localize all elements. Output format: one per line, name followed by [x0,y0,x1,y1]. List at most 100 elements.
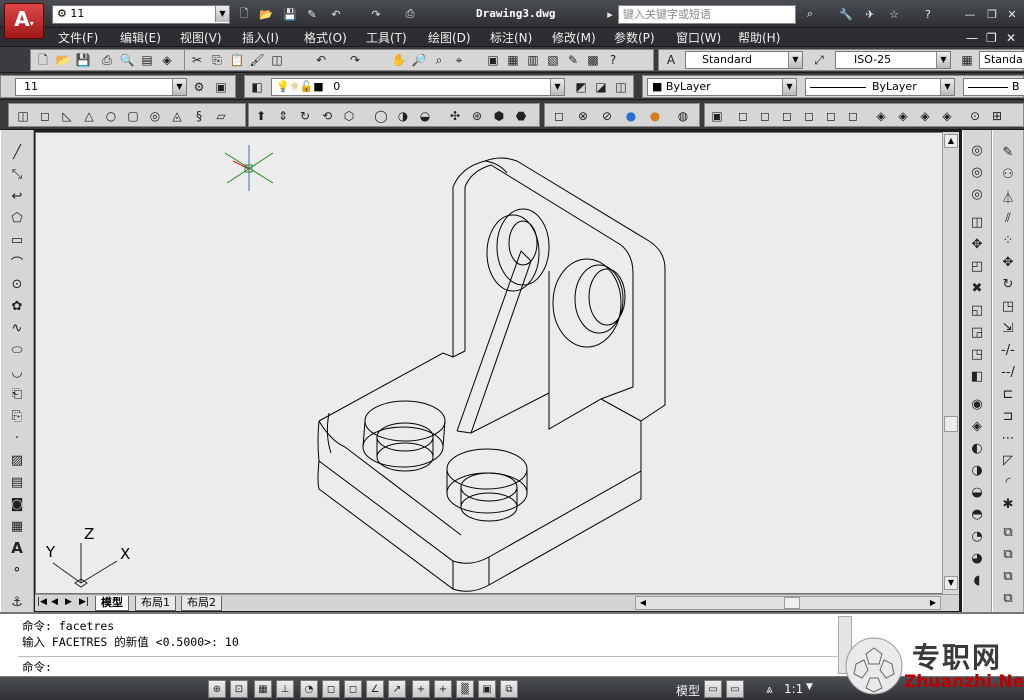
hidden-icon[interactable]: ⊘ [599,108,615,124]
menu-tools[interactable]: 工具(T) [366,30,407,46]
section-icon[interactable]: ◔ [967,526,987,546]
explode-icon[interactable]: ✱ [998,494,1018,514]
communication-icon[interactable]: ✈ [860,4,880,24]
menu-insert[interactable]: 插入(I) [242,30,279,46]
favorites-icon[interactable]: ☆ [884,4,904,24]
save-icon[interactable]: 💾 [75,52,91,68]
close-icon[interactable]: ✕ [1002,4,1022,24]
color-faces-icon[interactable]: ◧ [967,366,987,386]
menu-dimension[interactable]: 标注(N) [490,30,532,46]
tab-layout2[interactable]: 布局2 [181,596,222,611]
intersect-icon[interactable]: ◎ [967,184,987,204]
lineweight-dropdown[interactable]: B [963,78,1024,96]
chamfer-icon[interactable]: ◸ [998,450,1018,470]
quickcalc-icon[interactable]: ▩ [585,52,601,68]
sphere-icon[interactable]: ○ [103,108,119,124]
wedge-icon[interactable]: ◺ [59,108,75,124]
scroll-down-icon[interactable]: ▼ [944,576,958,590]
check-icon[interactable]: ◒ [967,482,987,502]
markup-icon[interactable]: ✎ [565,52,581,68]
selection-cycling-icon[interactable]: ⧉ [500,680,518,698]
menu-draw[interactable]: 绘图(D) [428,30,471,46]
design-center-icon[interactable]: ▦ [505,52,521,68]
move-icon[interactable]: ✥ [998,252,1018,272]
realistic-icon[interactable]: ● [623,108,639,124]
scroll-left-icon[interactable]: ◀ [636,597,650,609]
help-icon[interactable]: ? [918,4,938,24]
tab-prev-icon[interactable]: ◀ [51,597,58,607]
2d-wireframe-icon[interactable]: ◻ [551,108,567,124]
union-icon[interactable]: ◎ [967,140,987,160]
binoculars-icon[interactable]: ⌕ [800,4,820,24]
bottom-view-icon[interactable]: ◻ [757,108,773,124]
insert-block-icon[interactable]: ⎗ [7,384,27,404]
3d-wireframe-icon[interactable]: ⊗ [575,108,591,124]
torus-icon[interactable]: ◎ [147,108,163,124]
add-selected-icon[interactable]: ⚬ [7,560,27,580]
menu-window[interactable]: 窗口(W) [676,30,721,46]
allow-dynamic-ucs-icon[interactable]: ↗ [388,680,406,698]
menu-file[interactable]: 文件(F) [58,30,98,46]
ucs-icon[interactable]: ⊞ [989,108,1005,124]
separate-icon[interactable]: ◐ [967,438,987,458]
scroll-up-icon[interactable]: ▲ [944,134,958,148]
revision-cloud-icon[interactable]: ✿ [7,296,27,316]
sw-iso-icon[interactable]: ◈ [873,108,889,124]
scale-icon[interactable]: ◳ [998,296,1018,316]
draworder-back-icon[interactable]: ⧉ [998,544,1018,564]
layer-dropdown[interactable]: 💡☼🔓■ 0 ▼ [271,78,565,96]
cylinder-icon[interactable]: ▢ [125,108,141,124]
stretch-icon[interactable]: ⇲ [998,318,1018,338]
infer-constraints-icon[interactable]: ⊕ [208,680,226,698]
pan-icon[interactable]: ✋ [391,52,407,68]
offset-faces-icon[interactable]: ◰ [967,256,987,276]
shell-icon[interactable]: ◑ [967,460,987,480]
app-menu-button[interactable]: A▾ [4,3,44,39]
undo-icon[interactable]: ↶ [326,4,346,24]
make-block-icon[interactable]: ⎘ [7,406,27,426]
hscroll-thumb[interactable] [784,597,800,609]
workspace-settings-icon[interactable]: ⚙ [191,79,207,95]
steering-wheel-icon[interactable]: ⚓ [7,592,27,612]
menu-view[interactable]: 视图(V) [180,30,222,46]
polygon-icon[interactable]: ⬠ [7,208,27,228]
draworder-above-icon[interactable]: ⧉ [998,566,1018,586]
move-faces-icon[interactable]: ✥ [967,234,987,254]
menu-parameter[interactable]: 参数(P) [614,30,655,46]
horizontal-scrollbar[interactable]: ◀ ▶ [635,596,941,610]
region-icon[interactable]: ◙ [7,494,27,514]
extend-icon[interactable]: --/ [998,362,1018,382]
drawing-canvas[interactable]: X Y Z [35,132,945,594]
scroll-thumb[interactable] [944,416,958,432]
search-input[interactable]: 键入关键字或短语 [618,5,796,24]
ortho-mode-icon[interactable]: ⊥ [276,680,294,698]
menu-help[interactable]: 帮助(H) [738,30,780,46]
loft-icon[interactable]: ⬡ [341,108,357,124]
annotation-scale-value[interactable]: 1:1 [784,682,803,696]
left-view-icon[interactable]: ◻ [779,108,795,124]
zoom-realtime-icon[interactable]: 🔎 [411,52,427,68]
3d-print-icon[interactable]: ◈ [159,52,175,68]
extrude-icon[interactable]: ⬆ [253,108,269,124]
delete-faces-icon[interactable]: ✖ [967,278,987,298]
text-style-dropdown[interactable]: Standard ▼ [685,51,803,69]
scroll-right-icon[interactable]: ▶ [926,597,940,609]
point-icon[interactable]: · [7,428,27,448]
layer-manager-icon[interactable]: ◧ [249,79,265,95]
transparency-icon[interactable]: ▒ [456,680,474,698]
multiline-text-icon[interactable]: A [7,538,27,558]
menu-modify[interactable]: 修改(M) [552,30,596,46]
quick-view-layouts-icon[interactable]: ▭ [704,680,722,698]
imprint-icon[interactable]: ◉ [967,394,987,414]
workspace-save-icon[interactable]: ▣ [213,79,229,95]
preview-icon[interactable]: 🔍 [119,52,135,68]
tool-palettes-icon[interactable]: ▥ [525,52,541,68]
new-icon[interactable]: 🗋 [35,52,51,68]
conceptual-icon[interactable]: ● [647,108,663,124]
visual-style-manager-icon[interactable]: ◍ [675,108,691,124]
layer-previous-icon[interactable]: ◪ [593,79,609,95]
ellipse-icon[interactable]: ⬭ [7,340,27,360]
helix-icon[interactable]: § [191,108,207,124]
line-icon[interactable]: ╱ [7,142,27,162]
camera-icon[interactable]: ⊙ [967,108,983,124]
